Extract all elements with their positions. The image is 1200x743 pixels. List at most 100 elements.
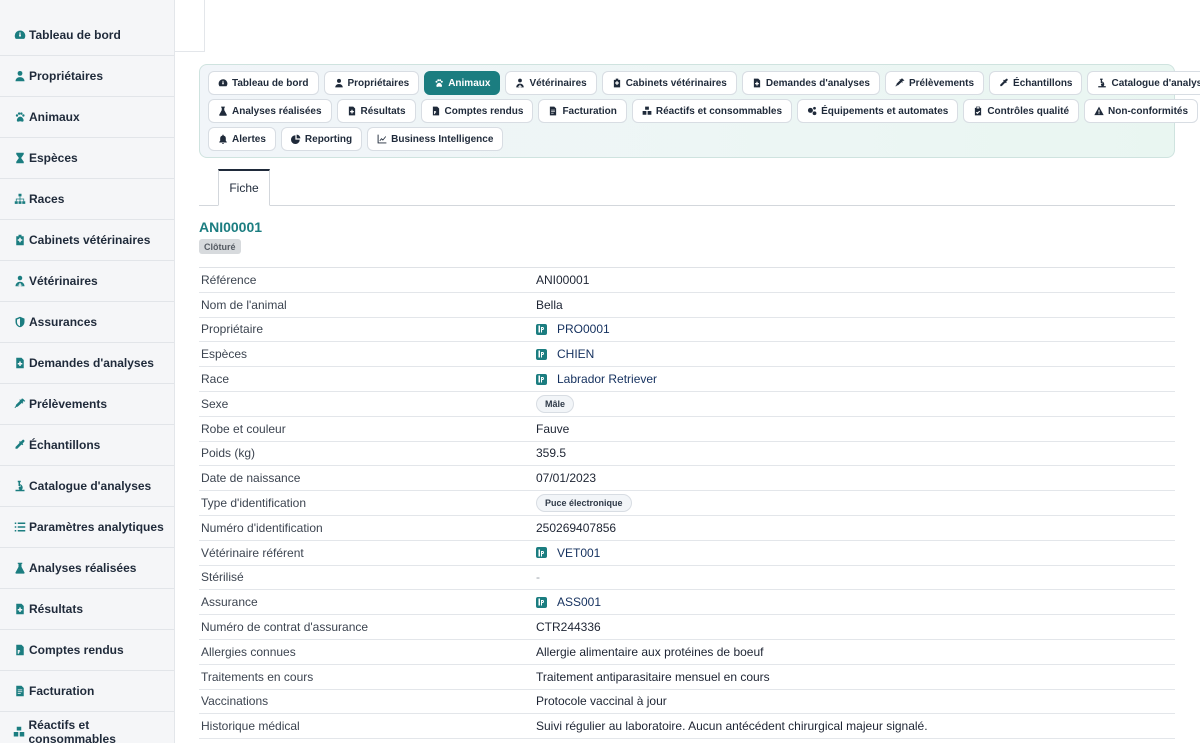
sidebar: Tableau de bord Propriétaires Animaux Espèc…	[0, 0, 175, 743]
cogs-icon	[807, 106, 817, 116]
module-tab[interactable]: Équipements et automates	[797, 99, 959, 123]
field-value-text: Protocole vaccinal à jour	[536, 694, 667, 709]
bell-icon	[219, 134, 227, 144]
sidebar-item-label: Assurances	[29, 315, 98, 329]
module-tab[interactable]: Prélèvements	[884, 71, 985, 95]
record-link[interactable]: CHIEN	[536, 347, 594, 361]
file-medical-icon	[15, 357, 24, 369]
module-tab-label: Facturation	[562, 105, 617, 117]
module-tab[interactable]: Résultats	[336, 99, 416, 123]
microscope-icon	[1097, 78, 1107, 88]
dashboard-icon	[14, 30, 25, 39]
file-medical-icon	[752, 78, 762, 88]
module-tab[interactable]: Reporting	[280, 127, 363, 151]
field-value: Traitement antiparasitaire mensuel en co…	[536, 670, 770, 684]
dashboard-icon	[218, 79, 228, 87]
sidebar-item[interactable]: Animaux	[0, 97, 174, 138]
detail-row: Type d'identification Puce électronique	[199, 491, 1175, 516]
detail-row: Robe et couleur Fauve	[199, 417, 1175, 442]
user-icon	[15, 70, 24, 82]
clipboard-check-icon	[973, 106, 983, 116]
sidebar-item[interactable]: Résultats	[0, 589, 174, 630]
sidebar-item[interactable]: Propriétaires	[0, 56, 174, 97]
module-tab[interactable]: Contrôles qualité	[963, 99, 1080, 123]
field-label: Assurance	[201, 595, 258, 610]
sidebar-item[interactable]: Races	[0, 179, 174, 220]
module-tab[interactable]: Alertes	[208, 127, 276, 151]
sidebar-item[interactable]: Échantillons	[0, 425, 174, 466]
sidebar-item[interactable]: Assurances	[0, 302, 174, 343]
record-link-icon	[536, 547, 547, 559]
doctor-icon	[15, 275, 24, 287]
list-icon	[13, 521, 26, 534]
sidebar-item[interactable]: Vétérinaires	[0, 261, 174, 302]
sidebar-item-label: Tableau de bord	[29, 27, 121, 42]
sidebar-item[interactable]: Tableau de bord	[0, 0, 174, 56]
module-tab-label: Demandes d'analyses	[765, 77, 870, 89]
sidebar-item[interactable]: Comptes rendus	[0, 630, 174, 671]
module-tab[interactable]: Analyses réalisées	[208, 99, 332, 123]
detail-row: Assurance ASS001	[199, 590, 1175, 616]
sidebar-item-label: Résultats	[29, 602, 84, 616]
record-link[interactable]: ASS001	[536, 595, 601, 609]
module-tab-label: Prélèvements	[908, 77, 975, 89]
module-tab[interactable]: Vétérinaires	[505, 71, 597, 95]
module-tab-row: Analyses réalisées Résultats Comptes rendu…	[208, 99, 1199, 123]
module-tab-label: Équipements et automates	[821, 105, 949, 117]
boxes-icon	[13, 726, 26, 739]
field-value-text: Suivi régulier au laboratoire. Aucun ant…	[536, 719, 928, 734]
sidebar-item[interactable]: Cabinets vétérinaires	[0, 220, 174, 261]
detail-row: Espèces CHIEN	[199, 342, 1175, 368]
warning-icon	[1094, 106, 1104, 116]
hospital-icon	[13, 234, 26, 247]
field-label: Vaccinations	[201, 694, 269, 709]
link-icon	[538, 350, 544, 358]
field-value-text: Bella	[536, 297, 563, 312]
detail-row: Historique médical Suivi régulier au labo…	[199, 714, 1175, 740]
module-tab[interactable]: Tableau de bord	[208, 71, 319, 95]
module-tab[interactable]: Non-conformités	[1084, 99, 1199, 123]
sidebar-item[interactable]: Espèces	[0, 138, 174, 179]
module-tab[interactable]: Propriétaires	[323, 71, 420, 95]
module-tab[interactable]: Demandes d'analyses	[741, 71, 880, 95]
module-tab[interactable]: Business Intelligence	[367, 127, 504, 151]
eyedropper-icon	[13, 439, 26, 452]
sidebar-item[interactable]: Prélèvements	[0, 384, 174, 425]
sidebar-item[interactable]: Paramètres analytiques	[0, 507, 174, 548]
record-title: ANI00001	[199, 219, 263, 235]
module-tab[interactable]: Comptes rendus	[420, 99, 534, 123]
field-label: Allergies connues	[201, 644, 296, 659]
cogs-icon	[808, 106, 817, 116]
record-link[interactable]: PRO0001	[536, 322, 610, 336]
field-label: Type d'identification	[201, 496, 307, 511]
module-tab[interactable]: Animaux	[424, 71, 501, 95]
module-tab-label: Cabinets vétérinaires	[625, 77, 727, 89]
pie-chart-icon	[290, 134, 301, 144]
detail-row: Allergies connues Allergie alimentaire au…	[199, 640, 1175, 665]
file-pdf-icon	[15, 644, 24, 656]
module-tab[interactable]: Cabinets vétérinaires	[601, 71, 737, 95]
module-tab[interactable]: Catalogue d'analyses	[1087, 71, 1200, 95]
sidebar-item[interactable]: Réactifs et consommables	[0, 712, 174, 743]
module-tab-label: Catalogue d'analyses	[1111, 77, 1200, 89]
field-label: Stérilisé	[201, 570, 244, 585]
module-tab[interactable]: Facturation	[538, 99, 627, 123]
sidebar-item[interactable]: Analyses réalisées	[0, 548, 174, 589]
record-link[interactable]: Labrador Retriever	[536, 372, 657, 386]
field-label: Propriétaire	[201, 322, 264, 337]
module-tab-label: Non-conformités	[1108, 105, 1189, 117]
detail-row: Sexe Mâle	[199, 392, 1175, 417]
sidebar-item[interactable]: Catalogue d'analyses	[0, 466, 174, 507]
module-tab[interactable]: Échantillons	[989, 71, 1083, 95]
sidebar-item[interactable]: Demandes d'analyses	[0, 343, 174, 384]
tab-fiche[interactable]: Fiche	[218, 169, 270, 206]
user-icon	[334, 78, 343, 88]
sidebar-item-label: Comptes rendus	[29, 643, 124, 657]
record-link[interactable]: VET001	[536, 546, 600, 560]
sidebar-item[interactable]: Facturation	[0, 671, 174, 712]
field-value: 07/01/2023	[536, 471, 596, 485]
list-icon	[14, 522, 25, 532]
record-link-icon	[536, 373, 547, 385]
module-tab[interactable]: Réactifs et consommables	[631, 99, 793, 123]
syringe-icon	[13, 398, 26, 411]
